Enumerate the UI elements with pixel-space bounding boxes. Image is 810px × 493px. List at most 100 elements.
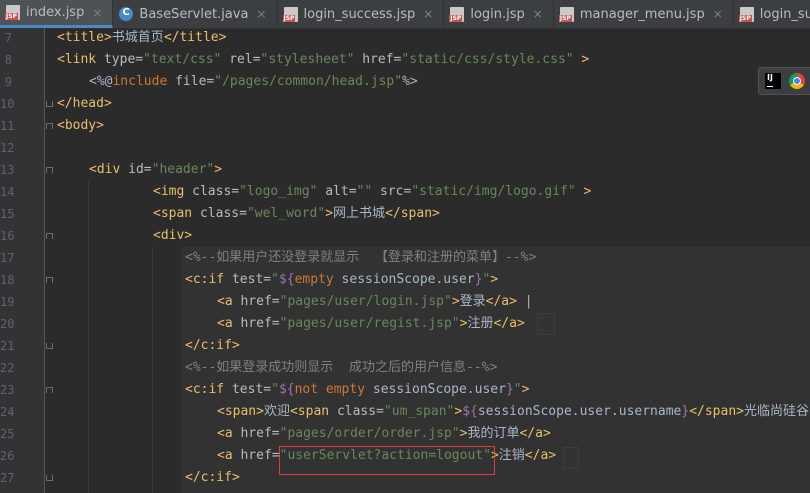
code-line-16[interactable]: <div> — [153, 225, 192, 247]
fold-marker[interactable] — [46, 277, 53, 286]
attr: test= — [231, 382, 272, 397]
attr: href= — [240, 316, 280, 331]
comment: <%--如果登录成功则显示 成功之后的用户信息--%> — [185, 360, 498, 375]
line-number: 10 — [0, 97, 15, 111]
tab-label: BaseServlet.java — [139, 6, 249, 22]
attr: file= — [167, 74, 215, 89]
el-expr: sessionScope.user.username — [477, 404, 682, 419]
directive: %> — [402, 74, 418, 89]
close-icon[interactable]: × — [92, 6, 102, 20]
code-line-9[interactable]: <%@include file="/pages/common/head.jsp"… — [89, 71, 418, 93]
tab-label: login_success.jsp — [303, 6, 416, 22]
caret-highlight — [537, 313, 555, 335]
tag: </span> — [385, 206, 440, 221]
line-number: 12 — [0, 141, 15, 155]
tag: </c:if> — [185, 470, 240, 485]
code-line-25[interactable]: <a href="pages/order/order.jsp">我的订单</a> — [217, 423, 551, 445]
code-line-22[interactable]: <%--如果登录成功则显示 成功之后的用户信息--%> — [185, 357, 497, 379]
tab-manager-menu-jsp[interactable]: manager_menu.jsp × — [554, 0, 734, 28]
line-number: 20 — [0, 317, 15, 331]
tag: > — [575, 184, 592, 199]
fold-marker[interactable] — [46, 233, 53, 242]
close-icon[interactable]: × — [423, 7, 433, 21]
code-line-7[interactable]: <title>书城首页</title> — [57, 27, 226, 49]
tag: <div — [89, 162, 129, 177]
tab-login-success-jsp[interactable]: login_success.jsp × — [278, 0, 445, 28]
tag: > — [490, 272, 499, 287]
code-line-21[interactable]: </c:if> — [185, 335, 240, 357]
line-number: 27 — [0, 471, 15, 485]
code-line-18[interactable]: <c:if test="${empty sessionScope.user}"> — [185, 269, 498, 291]
attr: href= — [240, 448, 280, 463]
string: " — [271, 382, 279, 397]
code-line-17[interactable]: <%--如果用户还没登录就显示 【登录和注册的菜单】--%> — [185, 247, 536, 269]
line-number: 21 — [0, 339, 15, 353]
close-icon[interactable]: × — [533, 7, 543, 21]
jsp-file-icon — [449, 6, 465, 22]
line-number: 23 — [0, 383, 15, 397]
tag: </span> — [689, 404, 744, 419]
attr: test= — [231, 272, 272, 287]
code-line-19[interactable]: <a href="pages/user/login.jsp">登录</a> | — [217, 291, 533, 313]
fold-marker[interactable] — [46, 167, 53, 176]
tag: </c:if> — [185, 338, 240, 353]
close-icon[interactable]: × — [713, 7, 723, 21]
tag: <c:if — [185, 272, 232, 287]
fold-marker[interactable] — [46, 123, 53, 132]
code-line-13[interactable]: <div id="header"> — [89, 159, 222, 181]
tab-index-jsp[interactable]: index.jsp × — [0, 0, 114, 28]
code-line-27[interactable]: </c:if> — [185, 467, 240, 489]
tag: <c:if — [185, 382, 232, 397]
tag: </a> — [493, 316, 525, 331]
tab-baseservlet-java[interactable]: BaseServlet.java × — [113, 0, 278, 28]
string: "static/img/logo.gif" — [411, 184, 576, 199]
fold-marker[interactable] — [46, 387, 53, 396]
java-class-icon — [119, 7, 134, 21]
jsp-file-icon — [282, 6, 298, 22]
code-line-11[interactable]: <body> — [57, 115, 104, 137]
line-number: 19 — [0, 295, 15, 309]
tag: </a> — [519, 426, 551, 441]
chrome-icon[interactable] — [789, 73, 805, 89]
tab-login-jsp[interactable]: login.jsp × — [444, 0, 554, 28]
fold-marker[interactable] — [46, 343, 53, 352]
code-line-14[interactable]: <img class="logo_img" alt="" src="static… — [153, 181, 591, 203]
line-number: 16 — [0, 229, 15, 243]
directive: <%@ — [89, 74, 113, 89]
tag: > — [214, 162, 223, 177]
string: "pages/user/regist.jsp" — [279, 316, 460, 331]
code-line-23[interactable]: <c:if test="${not empty sessionScope.use… — [185, 379, 529, 401]
tag: <a — [217, 448, 241, 463]
fold-marker[interactable] — [46, 101, 53, 110]
line-number: 14 — [0, 185, 15, 199]
tag: </title> — [163, 30, 227, 45]
code-line-24[interactable]: <span>欢迎<span class="um_span">${sessionS… — [217, 401, 809, 423]
text: | — [516, 294, 533, 309]
fold-marker[interactable] — [46, 475, 53, 484]
attr: rel= — [221, 52, 261, 67]
indent-guide — [88, 181, 89, 493]
tab-label: login.jsp — [470, 6, 525, 22]
code-line-8[interactable]: <link type="text/css" rel="stylesheet" h… — [57, 49, 589, 71]
tag: <a — [217, 426, 241, 441]
line-number: 18 — [0, 273, 15, 287]
jsp-file-icon — [738, 6, 754, 22]
code-line-15[interactable]: <span class="wel_word">网上书城</span> — [153, 203, 440, 225]
intellij-icon[interactable] — [765, 73, 781, 89]
indent-guide — [152, 247, 153, 493]
tab-login-success-menu-jsp[interactable]: login_success_menu.jsp — [734, 0, 810, 28]
text: 注册 — [467, 316, 494, 331]
line-number: 11 — [0, 119, 15, 133]
attr: class= — [192, 184, 240, 199]
string: " — [271, 272, 279, 287]
line-number: 9 — [4, 75, 12, 89]
code-line-20[interactable]: <a href="pages/user/regist.jsp">注册</a> — [217, 313, 525, 335]
tag: <link — [57, 52, 104, 67]
close-icon[interactable]: × — [256, 7, 266, 21]
code-line-10[interactable]: </head> — [57, 93, 112, 115]
line-number: 13 — [0, 163, 15, 177]
tag: </head> — [57, 96, 112, 111]
comment: <%--如果用户还没登录就显示 【登录和注册的菜单】--%> — [185, 250, 537, 265]
tag: <span — [289, 404, 337, 419]
tag: <a — [217, 316, 241, 331]
